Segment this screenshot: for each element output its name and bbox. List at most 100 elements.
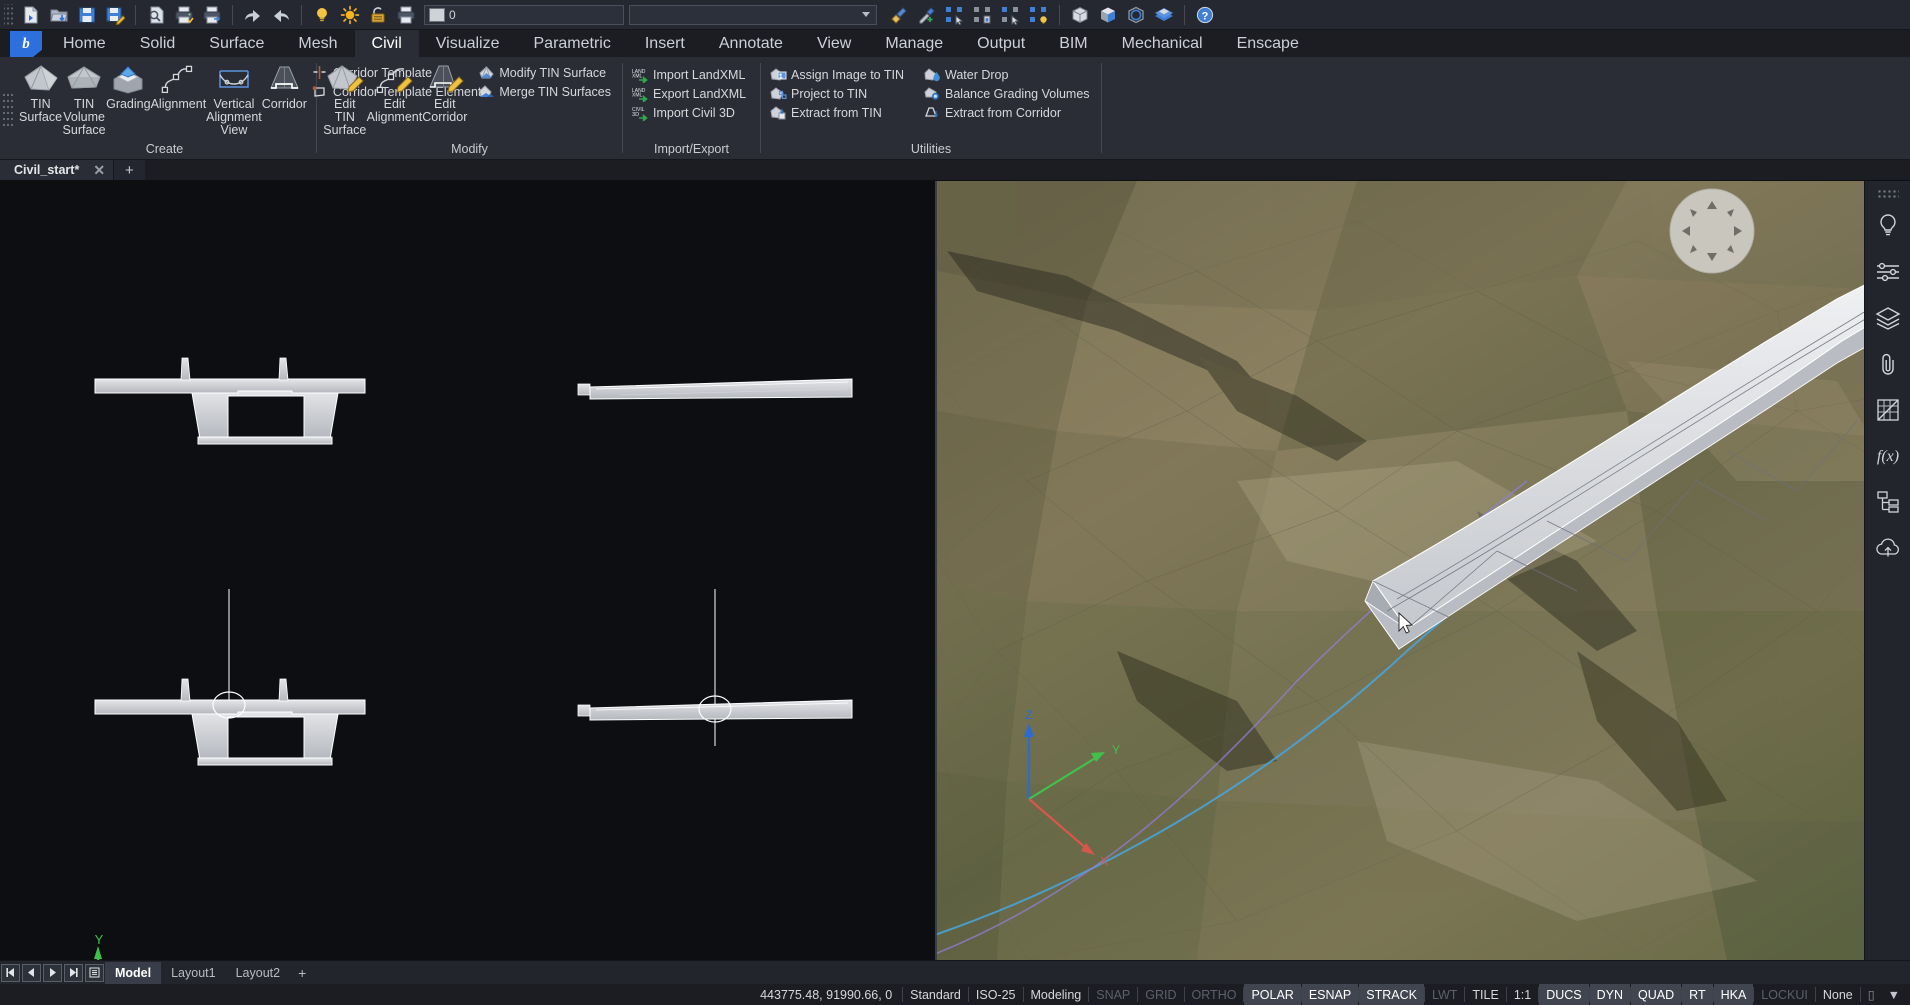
text-style-status[interactable]: Standard	[903, 984, 968, 1005]
hka-toggle[interactable]: HKA	[1714, 984, 1754, 1005]
plot-icon[interactable]	[171, 3, 197, 27]
publish-icon[interactable]	[199, 3, 225, 27]
tab-parametric[interactable]: Parametric	[517, 30, 628, 57]
previous-layout-button[interactable]	[22, 964, 41, 982]
balance-grading-volumes-button[interactable]: Balance Grading Volumes	[921, 84, 1095, 103]
grid-toggle[interactable]: GRID	[1138, 984, 1183, 1005]
assign-image-to-tin-button[interactable]: Assign Image to TIN	[767, 65, 915, 84]
tab-bim[interactable]: BIM	[1042, 30, 1104, 57]
strack-toggle[interactable]: STRACK	[1359, 984, 1424, 1005]
tab-visualize[interactable]: Visualize	[419, 30, 517, 57]
select-filter-icon[interactable]	[998, 3, 1024, 27]
workspace-status[interactable]: Modeling	[1024, 984, 1089, 1005]
toolbar-grip[interactable]	[4, 4, 14, 26]
vertical-alignment-view-button[interactable]: Vertical Alignment View	[206, 61, 262, 137]
sidebar-item-layers[interactable]	[1868, 297, 1908, 343]
modify-tin-surface-button[interactable]: Modify TIN Surface	[475, 63, 616, 82]
cube-realistic-icon[interactable]	[1151, 3, 1177, 27]
select-similar-icon[interactable]	[942, 3, 968, 27]
tab-enscape[interactable]: Enscape	[1220, 30, 1316, 57]
snap-toggle[interactable]: SNAP	[1089, 984, 1137, 1005]
dyn-toggle[interactable]: DYN	[1590, 984, 1630, 1005]
coordinates-readout[interactable]: 443775.48, 91990.66, 0	[753, 984, 902, 1005]
selection-mode-status[interactable]: None	[1816, 984, 1860, 1005]
cube-shaded-icon[interactable]	[1095, 3, 1121, 27]
sidebar-item-tips[interactable]	[1868, 205, 1908, 251]
layout-tab-model[interactable]: Model	[105, 962, 161, 984]
save-icon[interactable]	[74, 3, 100, 27]
sun-icon[interactable]	[337, 3, 363, 27]
close-icon[interactable]: ✕	[93, 162, 105, 179]
current-layer-combobox[interactable]: 0	[424, 5, 624, 25]
esnap-toggle[interactable]: ESNAP	[1302, 984, 1358, 1005]
annotation-scale[interactable]: 1:1	[1507, 984, 1538, 1005]
tab-annotate[interactable]: Annotate	[702, 30, 800, 57]
open-folder-icon[interactable]	[46, 3, 72, 27]
extract-from-corridor-button[interactable]: Extract from Corridor	[921, 103, 1095, 122]
tab-output[interactable]: Output	[960, 30, 1042, 57]
add-layout-button[interactable]: +	[290, 965, 314, 981]
lockui-toggle[interactable]: LOCKUI	[1754, 984, 1815, 1005]
export-landxml-button[interactable]: LAND XML Export LandXML	[629, 84, 751, 103]
alignment-button[interactable]: Alignment	[151, 61, 207, 111]
tab-surface[interactable]: Surface	[192, 30, 281, 57]
cube-conceptual-icon[interactable]	[1123, 3, 1149, 27]
layout-tab-layout2[interactable]: Layout2	[226, 962, 290, 984]
ribbon-grip[interactable]	[3, 90, 13, 126]
edit-tin-surface-button[interactable]: Edit TIN Surface	[323, 61, 367, 137]
tab-solid[interactable]: Solid	[123, 30, 193, 57]
sidebar-item-settings[interactable]	[1868, 251, 1908, 297]
polar-toggle[interactable]: POLAR	[1244, 984, 1300, 1005]
grading-button[interactable]: Grading	[106, 61, 150, 111]
first-layout-button[interactable]	[1, 964, 20, 982]
layout-tab-layout1[interactable]: Layout1	[161, 962, 225, 984]
lightbulb-icon[interactable]	[309, 3, 335, 27]
tab-civil[interactable]: Civil	[355, 30, 419, 57]
sidebar-item-parameters[interactable]: f(x)	[1868, 435, 1908, 481]
redo-arrow-icon[interactable]	[268, 3, 294, 27]
tab-insert[interactable]: Insert	[628, 30, 702, 57]
tab-view[interactable]: View	[800, 30, 868, 57]
new-document-tab-button[interactable]: +	[114, 160, 145, 180]
tab-manage[interactable]: Manage	[868, 30, 960, 57]
lock-icon[interactable]	[365, 3, 391, 27]
dimension-style-status[interactable]: ISO-25	[969, 984, 1023, 1005]
select-group-icon[interactable]	[970, 3, 996, 27]
ducs-toggle[interactable]: DUCS	[1539, 984, 1588, 1005]
edit-alignment-button[interactable]: Edit Alignment	[367, 61, 423, 124]
tab-mesh[interactable]: Mesh	[281, 30, 354, 57]
last-layout-button[interactable]	[64, 964, 83, 982]
sidebar-item-attachments[interactable]	[1868, 343, 1908, 389]
status-bar-expand-button[interactable]: ▼	[1882, 984, 1910, 1005]
tile-toggle[interactable]: TILE	[1465, 984, 1505, 1005]
ortho-toggle[interactable]: ORTHO	[1185, 984, 1244, 1005]
save-as-icon[interactable]	[102, 3, 128, 27]
terrain-3d-viewport[interactable]: Z Y X	[937, 181, 1910, 960]
tin-volume-surface-button[interactable]: TIN Volume Surface	[62, 61, 106, 137]
eyedropper-icon[interactable]	[914, 3, 940, 27]
help-icon[interactable]: ?	[1192, 3, 1218, 27]
layout-list-button[interactable]	[85, 964, 104, 982]
sidebar-item-sheetset[interactable]	[1868, 389, 1908, 435]
import-civil3d-button[interactable]: CIVIL 3D Import Civil 3D	[629, 103, 751, 122]
merge-tin-surfaces-button[interactable]: Merge TIN Surfaces	[475, 82, 616, 101]
rt-toggle[interactable]: RT	[1682, 984, 1712, 1005]
new-file-icon[interactable]	[18, 3, 44, 27]
tin-surface-button[interactable]: TIN Surface	[19, 61, 62, 124]
lineweight-toggle[interactable]: LWT	[1425, 984, 1464, 1005]
document-tab-civil-start[interactable]: Civil_start* ✕	[0, 160, 114, 180]
sidebar-item-structure[interactable]	[1868, 481, 1908, 527]
extract-from-tin-button[interactable]: Extract from TIN	[767, 103, 915, 122]
tab-home[interactable]: Home	[46, 30, 123, 57]
sidebar-item-cloud[interactable]	[1868, 527, 1908, 573]
print-preview-icon[interactable]	[143, 3, 169, 27]
quad-toggle[interactable]: QUAD	[1631, 984, 1681, 1005]
orthographic-viewport[interactable]: Y X	[0, 181, 935, 960]
import-landxml-button[interactable]: LAND XML Import LandXML	[629, 65, 751, 84]
printer-icon[interactable]	[393, 3, 419, 27]
tab-mechanical[interactable]: Mechanical	[1105, 30, 1220, 57]
corridor-button[interactable]: Corridor	[262, 61, 307, 111]
application-menu-button[interactable]: b	[10, 31, 42, 57]
layer-state-combobox[interactable]	[629, 5, 877, 25]
sidebar-grip[interactable]	[1877, 189, 1899, 199]
